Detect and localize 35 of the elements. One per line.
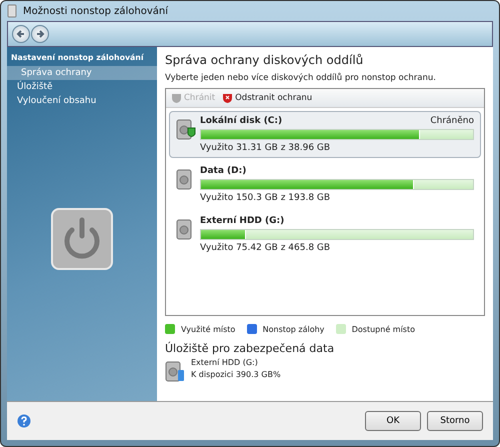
- instruction-text: Vyberte jeden nebo více diskových oddílů pro nonstop ochranu.: [165, 73, 437, 83]
- disk-name: Externí HDD (G:): [200, 216, 284, 226]
- usage-text: Využito 31.31 GB z 38.96 GB: [200, 143, 332, 153]
- shield-remove-icon: [223, 93, 232, 103]
- storage-available: K dispozici 390.3 GB%: [191, 370, 281, 379]
- usage-text: Využito 150.3 GB z 193.8 GB: [200, 193, 332, 203]
- disk-icon: [165, 361, 185, 383]
- section-title: Správa ochrany diskových oddílů: [165, 53, 364, 67]
- legend-label: Dostupné místo: [352, 324, 415, 334]
- disk-item[interactable]: Data (D:) Využito 150.3 GB z 193.8 GB: [169, 161, 481, 208]
- app-icon: [7, 4, 17, 18]
- legend-label: Využité místo: [181, 324, 236, 334]
- back-button[interactable]: [12, 25, 30, 43]
- legend-label: Nonstop zálohy: [262, 324, 324, 334]
- window-title: Možnosti nonstop zálohování: [23, 6, 168, 16]
- disk-item[interactable]: Lokální disk (C:) Chráněno Využito 31.31 GB z 38.96 GB: [169, 111, 481, 158]
- dialog-button[interactable]: OK: [365, 411, 421, 431]
- forward-arrow-icon: [35, 29, 45, 39]
- shield-icon: [172, 93, 181, 103]
- back-arrow-icon: [16, 29, 26, 39]
- storage-name: Externí HDD (G:): [191, 358, 259, 367]
- sidebar-item[interactable]: Úložiště: [7, 80, 157, 94]
- toolbar-button[interactable]: Odstranit ochranu: [223, 93, 312, 103]
- disk-name: Data (D:): [200, 166, 246, 176]
- disk-item[interactable]: Externí HDD (G:) Využito 75.42 GB z 465.8 GB: [169, 211, 481, 258]
- help-icon[interactable]: [17, 414, 31, 428]
- protected-disk-icon: [176, 119, 196, 141]
- power-icon: [51, 208, 113, 270]
- sidebar-item[interactable]: Vyloučení obsahu: [7, 94, 157, 108]
- dialog-button[interactable]: Storno: [427, 411, 483, 431]
- disk-name: Lokální disk (C:): [200, 116, 282, 126]
- storage-title: Úložiště pro zabezpečená data: [165, 342, 336, 355]
- forward-button[interactable]: [31, 25, 49, 43]
- disk-status: Chráněno: [430, 116, 474, 126]
- usage-text: Využito 75.42 GB z 465.8 GB: [200, 243, 332, 253]
